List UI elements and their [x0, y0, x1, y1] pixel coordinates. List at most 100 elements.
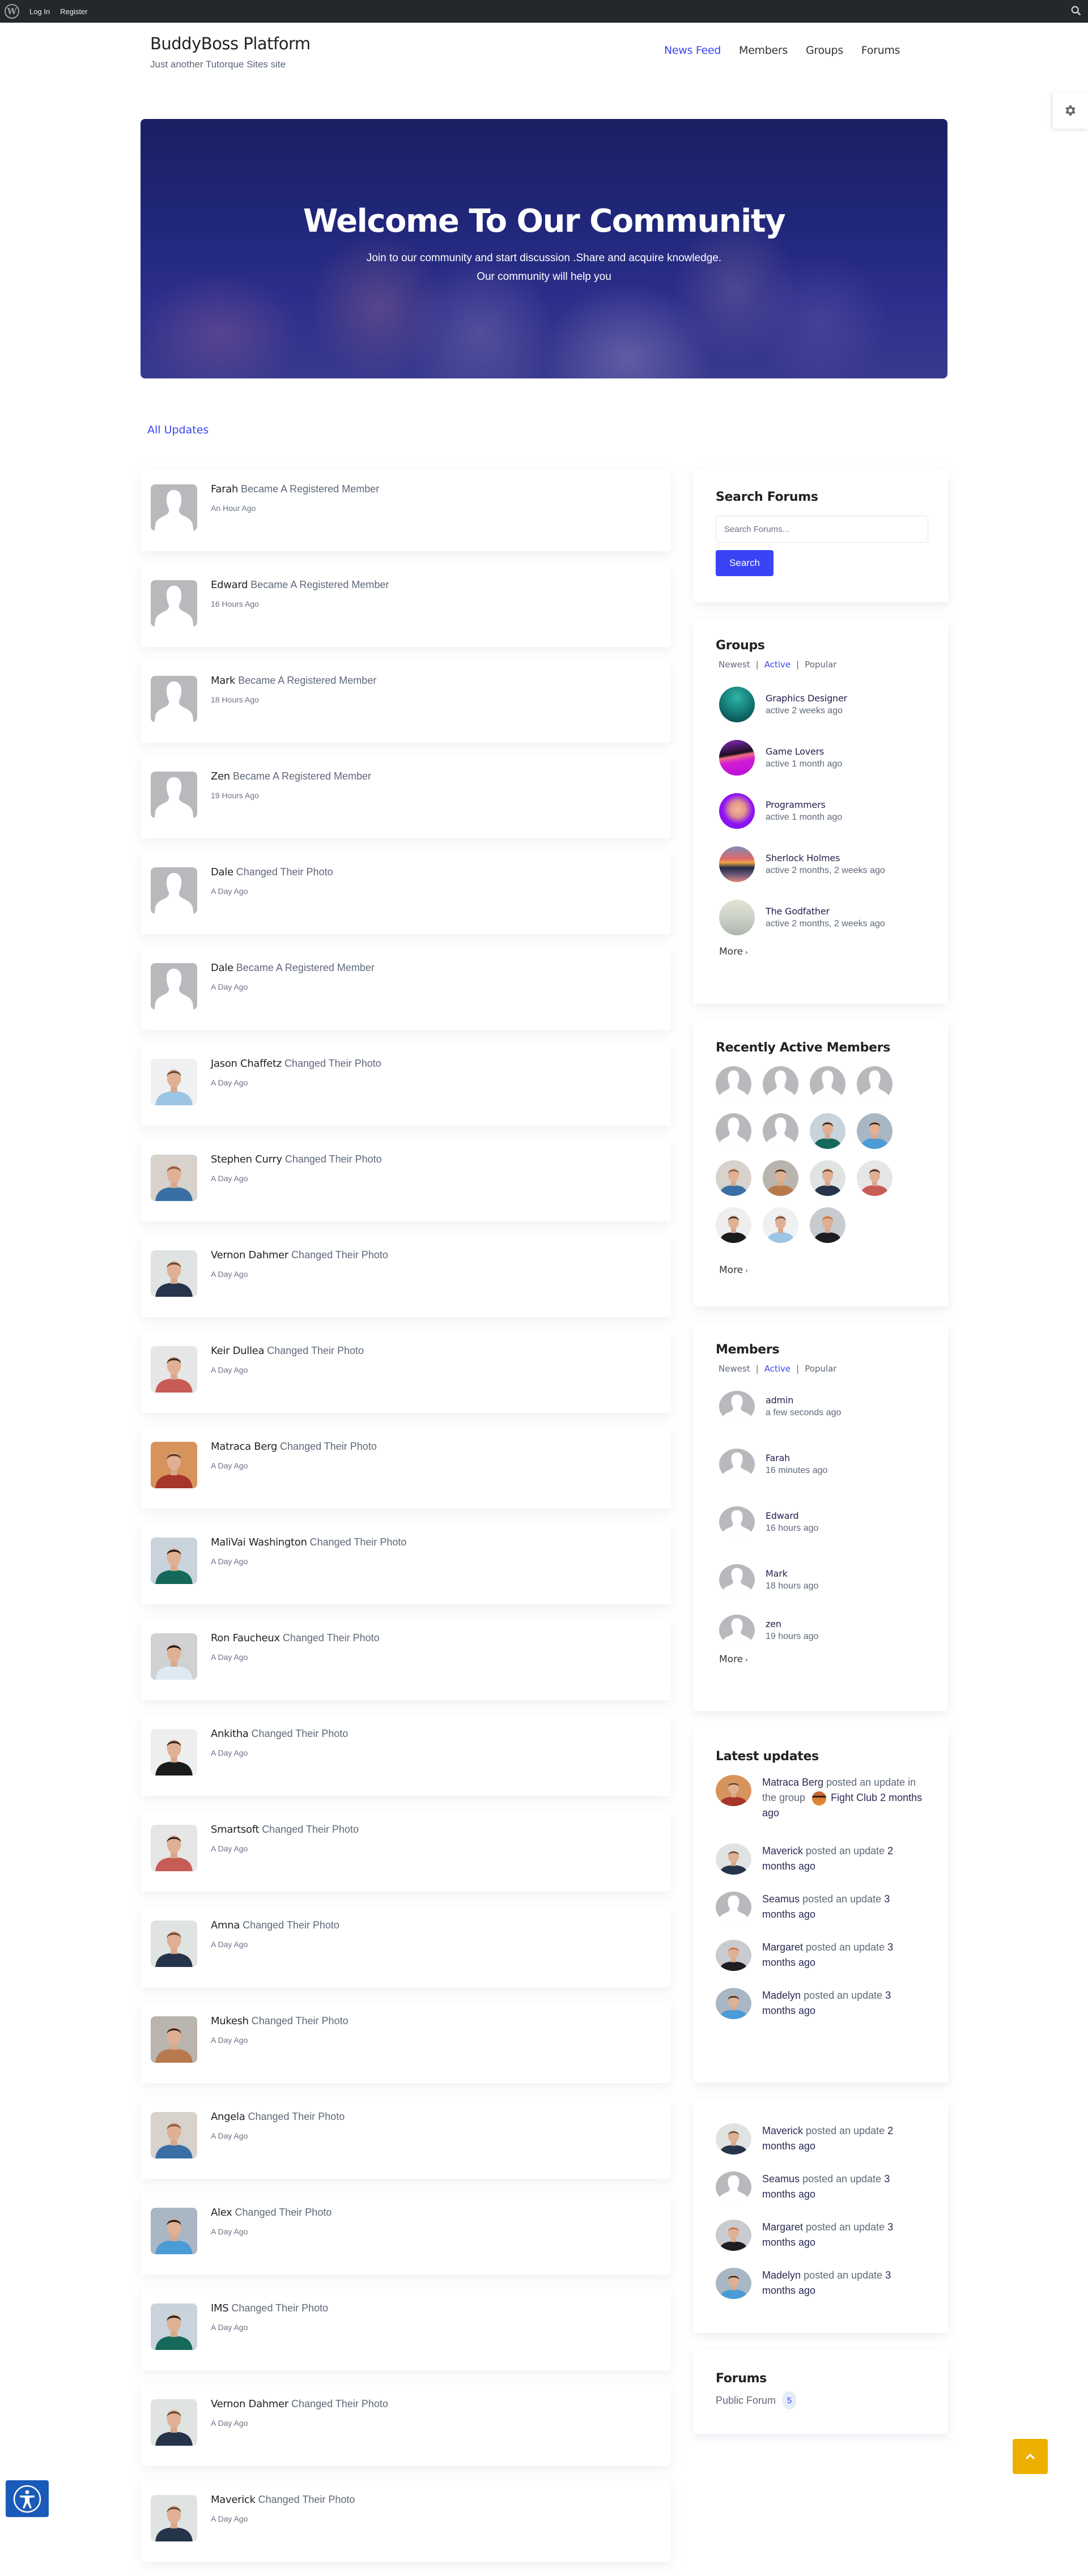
feed-user-link[interactable]: MaliVai Washington — [211, 1536, 307, 1548]
feed-timestamp[interactable]: 18 Hours Ago — [211, 695, 259, 704]
feed-avatar[interactable] — [151, 1825, 197, 1871]
group-avatar[interactable] — [719, 793, 755, 829]
feed-user-link[interactable]: Alex — [211, 2207, 232, 2219]
feed-avatar[interactable] — [151, 963, 197, 1010]
feed-avatar[interactable] — [151, 2112, 197, 2158]
feed-user-link[interactable]: Vernon Dahmer — [211, 1249, 288, 1261]
feed-timestamp[interactable]: A Day Ago — [211, 2036, 248, 2045]
feed-avatar[interactable] — [151, 772, 197, 818]
recent-members-more-link[interactable]: More › — [719, 1264, 748, 1276]
update-group-link[interactable]: Fight Club — [831, 1792, 877, 1803]
update-user-link[interactable]: Seamus — [762, 1893, 800, 1905]
feed-user-link[interactable]: Zen — [211, 770, 230, 782]
member-avatar[interactable] — [810, 1113, 845, 1149]
accessibility-button[interactable] — [6, 2480, 49, 2517]
feed-timestamp[interactable]: 16 Hours Ago — [211, 599, 259, 608]
member-avatar[interactable] — [810, 1160, 845, 1196]
feed-user-link[interactable]: Amna — [211, 1919, 240, 1931]
nav-news-feed[interactable]: News Feed — [664, 44, 721, 57]
feed-user-link[interactable]: Mukesh — [211, 2015, 249, 2027]
member-avatar[interactable] — [763, 1113, 798, 1149]
member-avatar[interactable] — [763, 1160, 798, 1196]
wordpress-icon[interactable]: W — [5, 4, 19, 19]
feed-user-link[interactable]: Ankitha — [211, 1728, 249, 1740]
member-avatar[interactable] — [719, 1390, 755, 1422]
feed-avatar[interactable] — [151, 2304, 197, 2350]
member-avatar[interactable] — [716, 1113, 751, 1149]
update-user-link[interactable]: Margaret — [762, 2221, 803, 2233]
feed-user-link[interactable]: Smartsoft — [211, 1824, 260, 1836]
feed-timestamp[interactable]: A Day Ago — [211, 1557, 248, 1566]
feed-user-link[interactable]: Edward — [211, 579, 248, 591]
group-name-link[interactable]: Game Lovers — [766, 746, 842, 757]
feed-timestamp[interactable]: A Day Ago — [211, 1940, 248, 1949]
member-avatar[interactable] — [719, 1506, 755, 1538]
feed-user-link[interactable]: Vernon Dahmer — [211, 2398, 288, 2410]
search-icon[interactable] — [1070, 5, 1082, 17]
feed-user-link[interactable]: Maverick — [211, 2494, 256, 2506]
tab-active[interactable]: Active — [764, 659, 790, 670]
member-avatar[interactable] — [763, 1207, 798, 1243]
member-avatar[interactable] — [810, 1066, 845, 1102]
tab-popular[interactable]: Popular — [805, 659, 836, 670]
nav-forums[interactable]: Forums — [861, 44, 900, 57]
feed-user-link[interactable]: Ron Faucheux — [211, 1632, 280, 1644]
group-avatar[interactable] — [719, 739, 755, 776]
feed-user-link[interactable]: Angela — [211, 2111, 245, 2123]
member-avatar[interactable] — [857, 1113, 892, 1149]
search-forums-button[interactable]: Search — [716, 550, 774, 576]
feed-avatar[interactable] — [151, 1250, 197, 1297]
feed-user-link[interactable]: Dale — [211, 962, 233, 974]
feed-avatar[interactable] — [151, 1059, 197, 1105]
update-avatar[interactable] — [716, 2220, 751, 2251]
tab-newest[interactable]: Newest — [719, 1364, 750, 1374]
member-avatar[interactable] — [719, 1614, 755, 1646]
group-avatar[interactable] — [719, 686, 755, 722]
feed-timestamp[interactable]: A Day Ago — [211, 2323, 248, 2332]
login-link[interactable]: Log In — [29, 7, 50, 16]
update-user-link[interactable]: Margaret — [762, 1941, 803, 1953]
update-user-link[interactable]: Madelyn — [762, 1990, 801, 2001]
feed-avatar[interactable] — [151, 2208, 197, 2254]
group-name-link[interactable]: The Godfather — [766, 906, 885, 917]
search-forums-input[interactable] — [716, 516, 928, 543]
feed-user-link[interactable]: Dale — [211, 866, 233, 878]
feed-timestamp[interactable]: A Day Ago — [211, 1844, 248, 1853]
feed-avatar[interactable] — [151, 1729, 197, 1775]
feed-user-link[interactable]: IMS — [211, 2302, 229, 2314]
group-name-link[interactable]: Programmers — [766, 799, 842, 810]
feed-timestamp[interactable]: A Day Ago — [211, 2419, 248, 2428]
feed-avatar[interactable] — [151, 2495, 197, 2541]
update-user-link[interactable]: Seamus — [762, 2173, 800, 2185]
feed-timestamp[interactable]: A Day Ago — [211, 982, 248, 991]
feed-timestamp[interactable]: A Day Ago — [211, 887, 248, 896]
groups-more-link[interactable]: More › — [719, 946, 748, 957]
site-title[interactable]: BuddyBoss Platform — [150, 34, 311, 53]
feed-user-link[interactable]: Matraca Berg — [211, 1441, 277, 1453]
group-avatar[interactable] — [719, 846, 755, 882]
nav-groups[interactable]: Groups — [806, 44, 843, 57]
update-user-link[interactable]: Maverick — [762, 2125, 803, 2136]
feed-timestamp[interactable]: A Day Ago — [211, 2514, 248, 2523]
feed-timestamp[interactable]: A Day Ago — [211, 1365, 248, 1374]
feed-timestamp[interactable]: A Day Ago — [211, 1270, 248, 1279]
feed-timestamp[interactable]: A Day Ago — [211, 2131, 248, 2140]
feed-timestamp[interactable]: A Day Ago — [211, 1461, 248, 1470]
tab-newest[interactable]: Newest — [719, 659, 750, 670]
scroll-to-top-button[interactable] — [1013, 2439, 1048, 2474]
member-avatar[interactable] — [716, 1207, 751, 1243]
nav-members[interactable]: Members — [739, 44, 788, 57]
member-avatar[interactable] — [810, 1207, 845, 1243]
member-name-link[interactable]: Farah — [766, 1453, 827, 1463]
update-avatar[interactable] — [716, 1775, 751, 1806]
tab-active[interactable]: Active — [764, 1364, 790, 1374]
feed-avatar[interactable] — [151, 676, 197, 722]
group-name-link[interactable]: Sherlock Holmes — [766, 853, 885, 863]
update-user-link[interactable]: Matraca Berg — [762, 1777, 823, 1788]
feed-timestamp[interactable]: 19 Hours Ago — [211, 791, 259, 800]
feed-timestamp[interactable]: A Day Ago — [211, 1748, 248, 1757]
member-name-link[interactable]: zen — [766, 1619, 818, 1629]
member-avatar[interactable] — [716, 1160, 751, 1196]
settings-toggle[interactable] — [1053, 92, 1088, 129]
update-avatar[interactable] — [716, 2268, 751, 2299]
